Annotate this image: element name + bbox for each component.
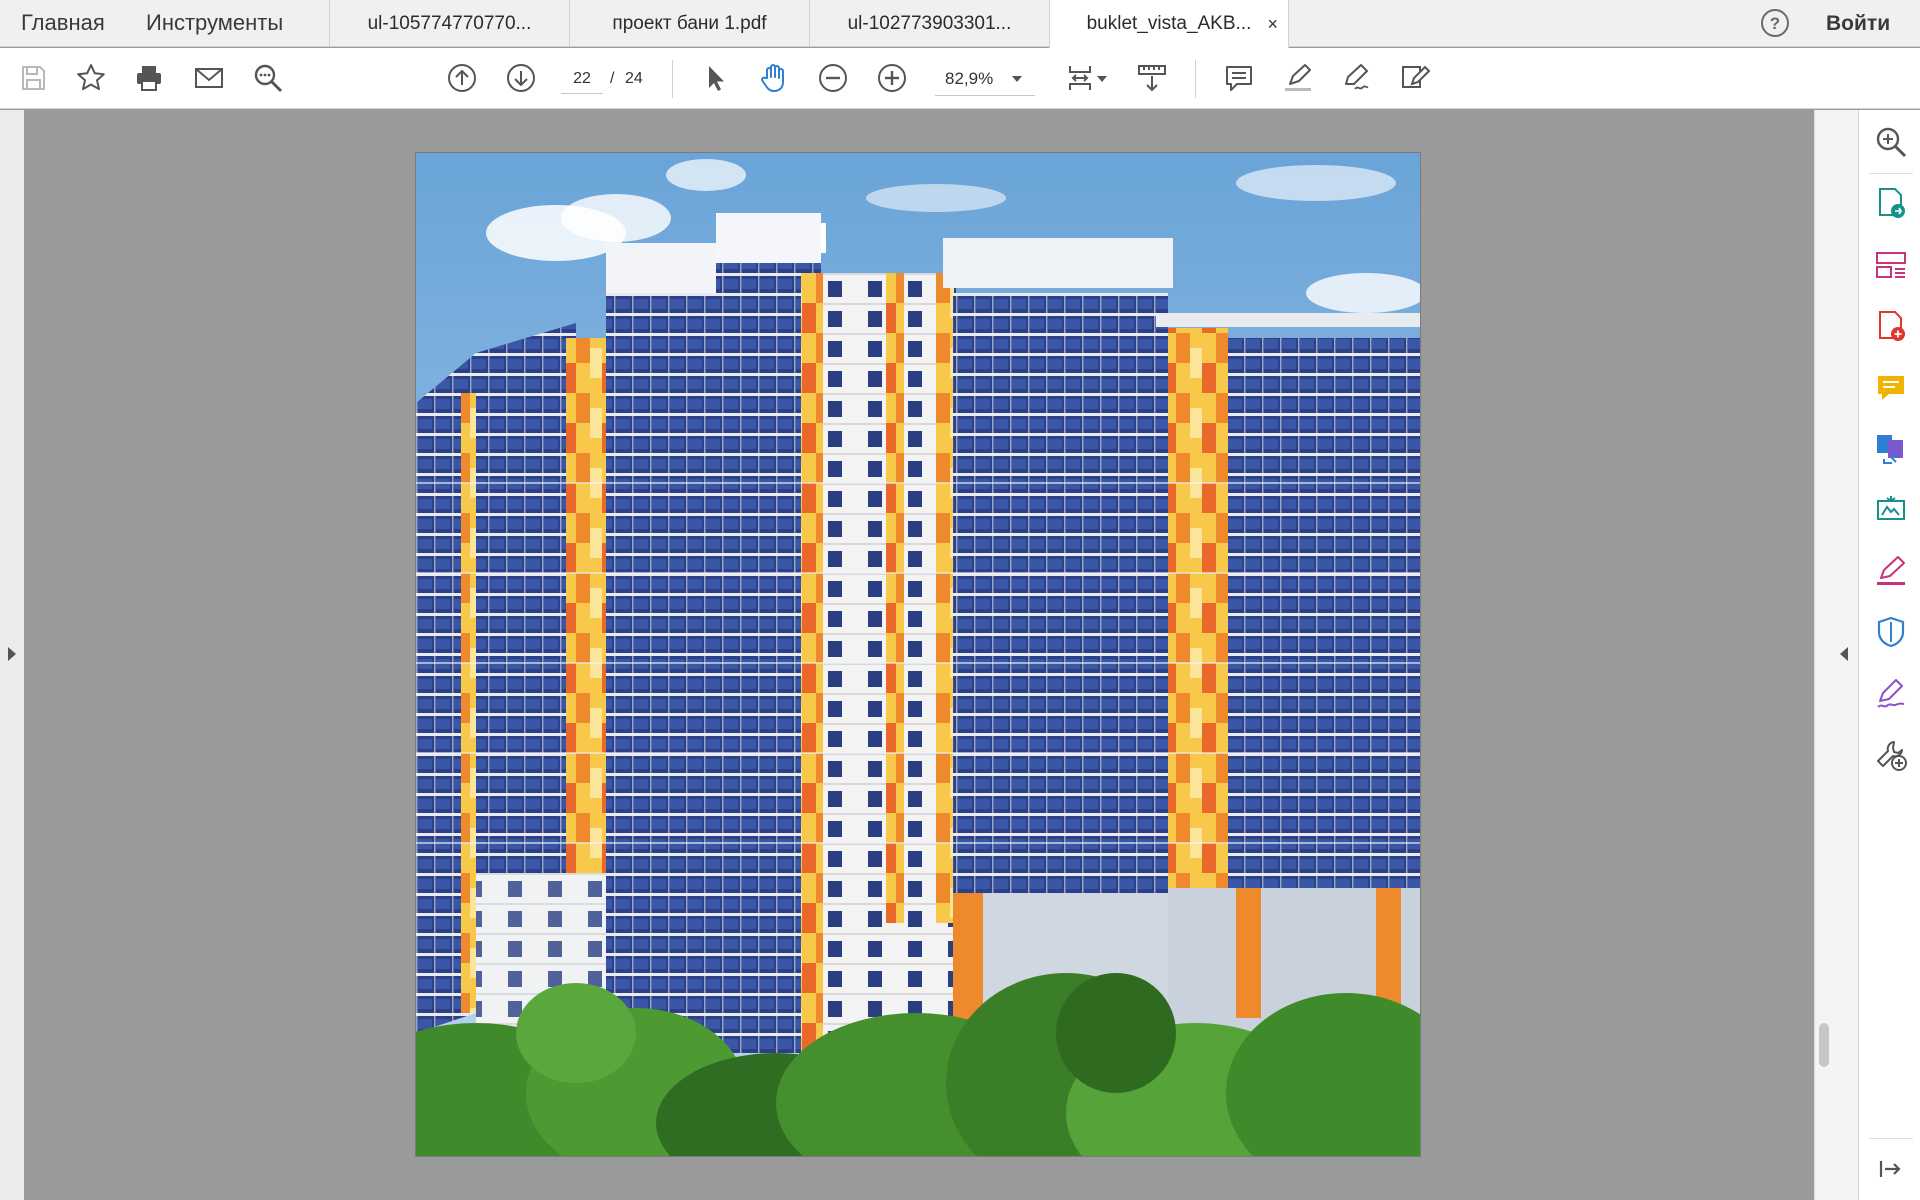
select-cursor-icon[interactable] xyxy=(697,60,733,96)
page-number-input[interactable]: 22 xyxy=(561,64,603,94)
save-icon[interactable] xyxy=(15,60,51,96)
tab-label: проект бани 1.pdf xyxy=(612,13,767,34)
comment-icon[interactable] xyxy=(1221,60,1257,96)
protect-icon[interactable] xyxy=(1874,615,1908,649)
tab-document-3[interactable]: ul-102773903301... xyxy=(809,0,1049,47)
print-icon[interactable] xyxy=(131,60,167,96)
toolbar: 22 / 24 82,9% xyxy=(0,48,1920,109)
scrollbar-thumb[interactable] xyxy=(1819,1023,1829,1067)
chevron-down-icon[interactable] xyxy=(1097,76,1107,82)
page-fit-icon[interactable] xyxy=(1062,60,1098,96)
nav-tools[interactable]: Инструменты xyxy=(146,0,283,47)
toolbar-divider xyxy=(1195,60,1196,98)
tab-label: buklet_vista_AKB... xyxy=(1086,13,1252,34)
collapse-pane-icon[interactable] xyxy=(1877,1155,1905,1183)
toolbar-divider xyxy=(672,60,673,98)
page-separator: / xyxy=(610,70,615,87)
page-total: 24 xyxy=(625,70,643,87)
building-rendering xyxy=(416,153,1420,1156)
login-button[interactable]: Войти xyxy=(1826,0,1890,48)
nav-home[interactable]: Главная xyxy=(21,0,105,47)
star-icon[interactable] xyxy=(73,60,109,96)
page-up-icon[interactable] xyxy=(444,60,480,96)
fill-sign-icon[interactable] xyxy=(1397,60,1433,96)
tools-pane xyxy=(1858,110,1920,1200)
create-pdf-icon[interactable] xyxy=(1874,309,1908,343)
mail-icon[interactable] xyxy=(191,60,227,96)
sign-icon[interactable] xyxy=(1874,677,1908,711)
tab-label: ul-105774770770... xyxy=(367,13,532,34)
tab-document-2[interactable]: проект бани 1.pdf xyxy=(569,0,809,47)
collapse-right-pane-icon[interactable] xyxy=(1840,647,1848,661)
fill-sign-icon[interactable] xyxy=(1874,554,1908,588)
organize-pages-icon[interactable] xyxy=(1874,248,1908,282)
pdf-page-image xyxy=(415,152,1421,1157)
tab-document-4-active[interactable]: buklet_vista_AKB... × xyxy=(1049,0,1289,48)
pane-divider xyxy=(1869,1138,1913,1139)
combine-files-icon[interactable] xyxy=(1874,432,1908,466)
comment-icon[interactable] xyxy=(1874,371,1908,405)
pane-divider xyxy=(1869,173,1913,174)
page-down-icon[interactable] xyxy=(503,60,539,96)
hand-tool-icon[interactable] xyxy=(756,60,792,96)
find-icon[interactable] xyxy=(250,60,286,96)
search-zoom-icon[interactable] xyxy=(1874,125,1908,159)
draw-pen-icon[interactable] xyxy=(1338,60,1374,96)
zoom-out-icon[interactable] xyxy=(815,60,851,96)
close-icon[interactable]: × xyxy=(1267,0,1278,48)
highlight-icon[interactable] xyxy=(1280,60,1316,96)
tab-label: ul-102773903301... xyxy=(847,13,1012,34)
scroll-mode-icon[interactable] xyxy=(1134,60,1170,96)
zoom-in-icon[interactable] xyxy=(874,60,910,96)
export-pdf-icon[interactable] xyxy=(1874,186,1908,220)
more-tools-icon[interactable] xyxy=(1874,738,1908,772)
help-icon[interactable]: ? xyxy=(1761,9,1789,37)
expand-left-panel-icon[interactable] xyxy=(8,647,16,661)
chevron-down-icon[interactable] xyxy=(1012,76,1022,82)
tab-bar: Главная Инструменты ul-105774770770... п… xyxy=(0,0,1920,48)
edit-pdf-icon[interactable] xyxy=(1874,493,1908,527)
tab-document-1[interactable]: ul-105774770770... xyxy=(329,0,569,47)
